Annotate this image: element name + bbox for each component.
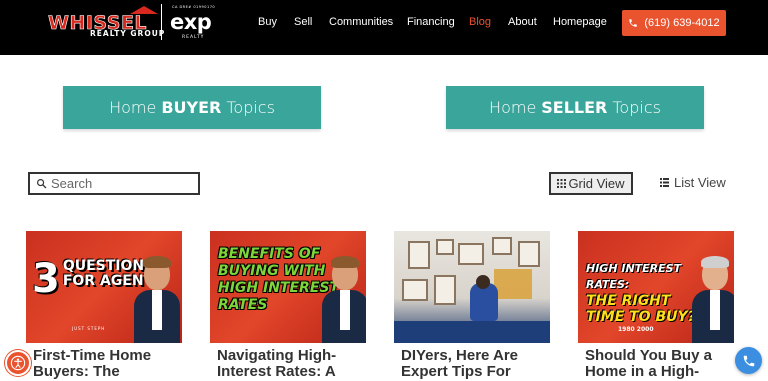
accessibility-button[interactable] bbox=[5, 350, 31, 376]
agent-photo bbox=[134, 256, 180, 343]
agent-photo bbox=[692, 256, 734, 343]
card-thumbnail[interactable]: BENEFITS OF BUYING WITH HIGH INTEREST RA… bbox=[210, 231, 366, 343]
blog-card[interactable]: HIGH INTEREST RATES: THE RIGHT TIME TO B… bbox=[578, 231, 734, 381]
grid-view-label: Grid View bbox=[568, 176, 625, 191]
search-input[interactable] bbox=[51, 176, 191, 191]
thumbnail-line1: HIGH INTEREST RATES: bbox=[586, 262, 682, 291]
search-icon bbox=[37, 179, 47, 189]
blog-card[interactable]: DIYers, Here Are Expert Tips For bbox=[394, 231, 550, 381]
nav-blog[interactable]: Blog bbox=[469, 16, 491, 28]
card-title[interactable]: DIYers, Here Are Expert Tips For bbox=[401, 348, 550, 380]
list-view-label: List View bbox=[674, 175, 726, 190]
thumbnail-caption: HIGH INTEREST RATES: THE RIGHT TIME TO B… bbox=[586, 261, 706, 325]
partner-logo: exp bbox=[170, 10, 212, 34]
logo-divider bbox=[161, 4, 162, 40]
seller-prefix: Home bbox=[489, 98, 537, 117]
wall-frame bbox=[518, 241, 540, 267]
buyer-suffix: Topics bbox=[226, 98, 275, 117]
dre-number: CA DRE# 01990170 bbox=[172, 5, 216, 9]
card-title[interactable]: First-Time Home Buyers: The bbox=[33, 348, 182, 380]
wall-frame bbox=[402, 279, 428, 301]
phone-button[interactable]: (619) 639-4012 bbox=[622, 10, 726, 36]
thumbnail-years: 1980 2000 bbox=[618, 326, 654, 333]
home-seller-topics-button[interactable]: Home SELLER Topics bbox=[446, 86, 704, 129]
wall-frame bbox=[434, 275, 456, 305]
list-view-button[interactable]: List View bbox=[660, 175, 726, 190]
nav-homepage[interactable]: Homepage bbox=[553, 16, 607, 28]
home-buyer-topics-button[interactable]: Home BUYER Topics bbox=[63, 86, 321, 129]
site-logo[interactable]: WHISSEL REALTY GROUP CA DRE# 01990170 ex… bbox=[48, 2, 220, 44]
grid-view-button[interactable]: Grid View bbox=[549, 172, 633, 195]
site-header: WHISSEL REALTY GROUP CA DRE# 01990170 ex… bbox=[0, 0, 768, 55]
card-thumbnail[interactable]: 3 QUESTIONS FOR AGENTS JUST STEPH bbox=[26, 231, 182, 343]
grid-icon bbox=[557, 179, 567, 188]
blog-card[interactable]: 3 QUESTIONS FOR AGENTS JUST STEPH First-… bbox=[26, 231, 182, 381]
nav-financing[interactable]: Financing bbox=[407, 16, 455, 28]
nav-about[interactable]: About bbox=[508, 16, 537, 28]
nav-sell[interactable]: Sell bbox=[294, 16, 312, 28]
sofa bbox=[394, 321, 550, 343]
seller-suffix: Topics bbox=[612, 98, 661, 117]
call-button[interactable] bbox=[735, 347, 762, 374]
phone-icon bbox=[629, 19, 638, 27]
search-box[interactable] bbox=[28, 172, 200, 195]
thumbnail-line2: THE RIGHT TIME TO BUY? bbox=[586, 293, 696, 325]
accessibility-icon bbox=[10, 355, 26, 371]
card-title[interactable]: Should You Buy a Home in a High- bbox=[585, 348, 734, 380]
buyer-bold: BUYER bbox=[161, 98, 222, 117]
wall-frame bbox=[436, 239, 454, 255]
buyer-prefix: Home bbox=[109, 98, 157, 117]
card-thumbnail[interactable] bbox=[394, 231, 550, 343]
seller-bold: SELLER bbox=[541, 98, 608, 117]
logo-subtitle: REALTY GROUP bbox=[90, 29, 166, 38]
card-title[interactable]: Navigating High-Interest Rates: A bbox=[217, 348, 366, 380]
painting bbox=[494, 269, 532, 299]
wall-frame bbox=[458, 243, 484, 265]
blog-card[interactable]: BENEFITS OF BUYING WITH HIGH INTEREST RA… bbox=[210, 231, 366, 381]
partner-subtitle: REALTY bbox=[182, 35, 205, 40]
thumbnail-number: 3 bbox=[32, 256, 60, 302]
list-icon bbox=[660, 178, 669, 187]
nav-buy[interactable]: Buy bbox=[258, 16, 277, 28]
phone-icon bbox=[743, 355, 754, 366]
nav-communities[interactable]: Communities bbox=[329, 16, 393, 28]
wall-frame bbox=[408, 241, 430, 269]
thumbnail-subcaption: JUST STEPH bbox=[72, 326, 106, 331]
card-thumbnail[interactable]: HIGH INTEREST RATES: THE RIGHT TIME TO B… bbox=[578, 231, 734, 343]
wall-frame bbox=[492, 237, 512, 255]
agent-photo bbox=[322, 256, 366, 343]
phone-number: (619) 639-4012 bbox=[644, 17, 720, 29]
